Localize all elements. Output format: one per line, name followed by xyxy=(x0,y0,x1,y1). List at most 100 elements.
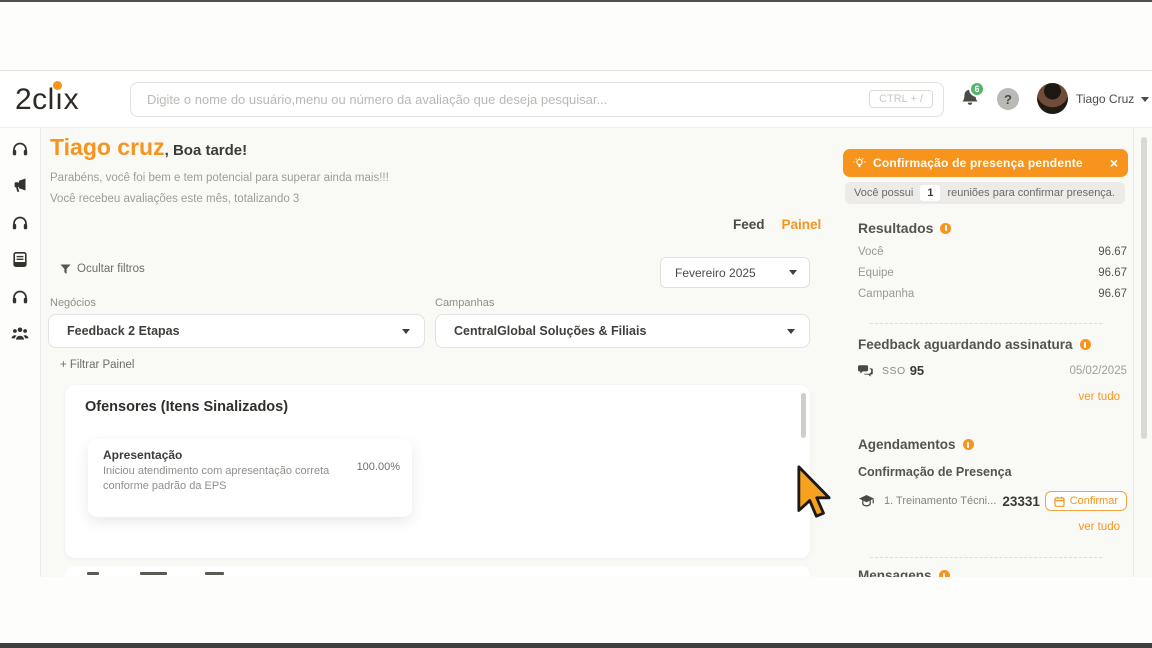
alert-meeting-count: 1 xyxy=(920,185,940,201)
page-scrollbar[interactable] xyxy=(1141,137,1147,439)
sidebar-item-headset-3[interactable] xyxy=(11,288,29,306)
offender-name: Apresentação xyxy=(103,448,182,462)
info-icon[interactable] xyxy=(1080,339,1091,350)
tab-feed[interactable]: Feed xyxy=(733,217,765,232)
sidebar-item-book[interactable] xyxy=(11,251,29,269)
top-navbar: 2clıx CTRL + / 6 ? Tiago Cruz xyxy=(0,71,1152,128)
campanhas-select-value: CentralGlobal Soluções & Filiais xyxy=(454,324,646,338)
result-label: Você xyxy=(858,246,884,258)
negocios-select-value: Feedback 2 Etapas xyxy=(67,324,180,338)
result-label: Campanha xyxy=(858,288,914,300)
global-search: CTRL + / xyxy=(130,82,944,117)
offender-description: Iniciou atendimento com apresentação cor… xyxy=(103,464,341,494)
offender-score: 100.00% xyxy=(357,461,400,473)
users-icon xyxy=(11,325,29,341)
lightbulb-icon xyxy=(853,157,866,170)
hide-filters-label: Ocultar filtros xyxy=(77,263,145,275)
megaphone-icon xyxy=(11,177,29,194)
greeting-message-2: Você recebeu avaliações este mês, totali… xyxy=(50,193,299,205)
logo[interactable]: 2clıx xyxy=(15,83,79,117)
chevron-down-icon xyxy=(1141,97,1149,102)
sidebar-item-headset-2[interactable] xyxy=(11,214,29,232)
logo-dot-icon xyxy=(53,81,62,90)
screen: 2clıx CTRL + / 6 ? Tiago Cruz xyxy=(0,0,1152,648)
resultados-title: Resultados xyxy=(858,220,933,236)
divider xyxy=(870,557,1102,558)
clipped-text-fragment xyxy=(205,572,224,575)
clipped-next-section xyxy=(65,566,810,577)
sidebar-item-headset-1[interactable] xyxy=(11,140,29,158)
greeting-message-1: Parabéns, você foi bem e tem potencial p… xyxy=(50,172,389,184)
greeting-heading: Tiago cruz , Boa tarde! xyxy=(50,134,247,161)
scroll-track-divider xyxy=(1133,71,1134,577)
logo-text: 2clıx xyxy=(15,83,79,116)
sidebar-item-team[interactable] xyxy=(11,325,29,343)
feedback-date: 05/02/2025 xyxy=(1069,365,1127,377)
user-avatar[interactable] xyxy=(1037,83,1068,114)
user-name: Tiago Cruz xyxy=(1076,92,1134,106)
chat-bubbles-icon xyxy=(858,364,873,378)
greeting-user-name: Tiago cruz xyxy=(50,134,165,161)
user-menu[interactable]: Tiago Cruz xyxy=(1076,92,1149,106)
result-row: Campanha 96.67 xyxy=(858,288,1127,300)
agendamento-number: 23331 xyxy=(1002,494,1040,509)
feed-painel-tabs: Feed Painel xyxy=(733,217,821,232)
result-value: 96.67 xyxy=(1098,246,1127,258)
agendamento-list-item[interactable]: 1. Treinamento Técni... 23331 Confirmar xyxy=(858,491,1127,511)
alert-message-prefix: Você possui xyxy=(854,187,913,199)
presence-alert-banner: Confirmação de presença pendente × xyxy=(843,149,1128,177)
agendamentos-heading: Agendamentos xyxy=(858,437,974,452)
negocios-select[interactable]: Feedback 2 Etapas xyxy=(48,314,425,348)
campanhas-select[interactable]: CentralGlobal Soluções & Filiais xyxy=(435,314,810,348)
feedback-code: SSO xyxy=(882,365,906,377)
agendamentos-title: Agendamentos xyxy=(858,437,956,452)
bottom-edge-bar xyxy=(0,643,1152,648)
clipped-text-fragment xyxy=(140,572,167,575)
right-panel: Confirmação de presença pendente × Você … xyxy=(843,71,1128,577)
month-select[interactable]: Fevereiro 2025 xyxy=(660,257,810,288)
agendamentos-see-all-link[interactable]: ver tudo xyxy=(1078,521,1120,533)
top-edge-bar xyxy=(0,0,1152,2)
filter-funnel-icon xyxy=(60,264,71,275)
tab-painel[interactable]: Painel xyxy=(782,217,822,232)
hide-filters-toggle[interactable]: Ocultar filtros xyxy=(60,263,145,275)
info-icon[interactable] xyxy=(963,439,974,450)
chevron-down-icon xyxy=(402,329,410,334)
campanhas-label: Campanhas xyxy=(435,297,494,309)
sidebar-item-megaphone[interactable] xyxy=(11,177,29,195)
feedback-list-item[interactable]: SSO 95 05/02/2025 xyxy=(858,363,1127,378)
result-value: 96.67 xyxy=(1098,267,1127,279)
confirm-button[interactable]: Confirmar xyxy=(1045,491,1127,511)
feedback-title: Feedback aguardando assinatura xyxy=(858,337,1073,352)
negocios-label: Negócios xyxy=(50,297,96,309)
notification-count-badge: 6 xyxy=(969,81,985,97)
book-icon xyxy=(11,251,29,269)
clipped-text-fragment xyxy=(87,572,99,575)
result-row: Você 96.67 xyxy=(858,246,1127,258)
info-icon[interactable] xyxy=(940,223,951,234)
headset-icon xyxy=(11,140,29,157)
agendamentos-subtitle: Confirmação de Presença xyxy=(858,465,1012,479)
offender-card: Apresentação Iniciou atendimento com apr… xyxy=(88,439,412,517)
alert-message: Você possui 1 reuniões para confirmar pr… xyxy=(845,182,1125,204)
headset-icon xyxy=(11,288,29,305)
offenders-panel: Ofensores (Itens Sinalizados) Apresentaç… xyxy=(65,385,810,558)
left-icon-rail xyxy=(0,128,41,577)
feedback-number: 95 xyxy=(910,363,924,378)
feedback-see-all-link[interactable]: ver tudo xyxy=(1078,391,1120,403)
mensagens-heading: Mensagens xyxy=(858,568,950,577)
graduation-cap-icon xyxy=(858,494,875,508)
search-input[interactable] xyxy=(131,83,943,116)
add-panel-filter-button[interactable]: + Filtrar Painel xyxy=(60,359,134,371)
headset-icon xyxy=(11,214,29,231)
mensagens-title: Mensagens xyxy=(858,568,932,577)
result-value: 96.67 xyxy=(1098,288,1127,300)
help-button[interactable]: ? xyxy=(997,88,1019,110)
offenders-scrollbar[interactable] xyxy=(801,393,806,438)
alert-close-button[interactable]: × xyxy=(1110,156,1118,170)
info-icon[interactable] xyxy=(939,570,950,577)
offenders-title: Ofensores (Itens Sinalizados) xyxy=(85,399,288,415)
keyboard-shortcut-badge: CTRL + / xyxy=(869,90,933,108)
notifications-button[interactable]: 6 xyxy=(960,87,986,113)
alert-message-suffix: reuniões para confirmar presença. xyxy=(947,187,1115,199)
